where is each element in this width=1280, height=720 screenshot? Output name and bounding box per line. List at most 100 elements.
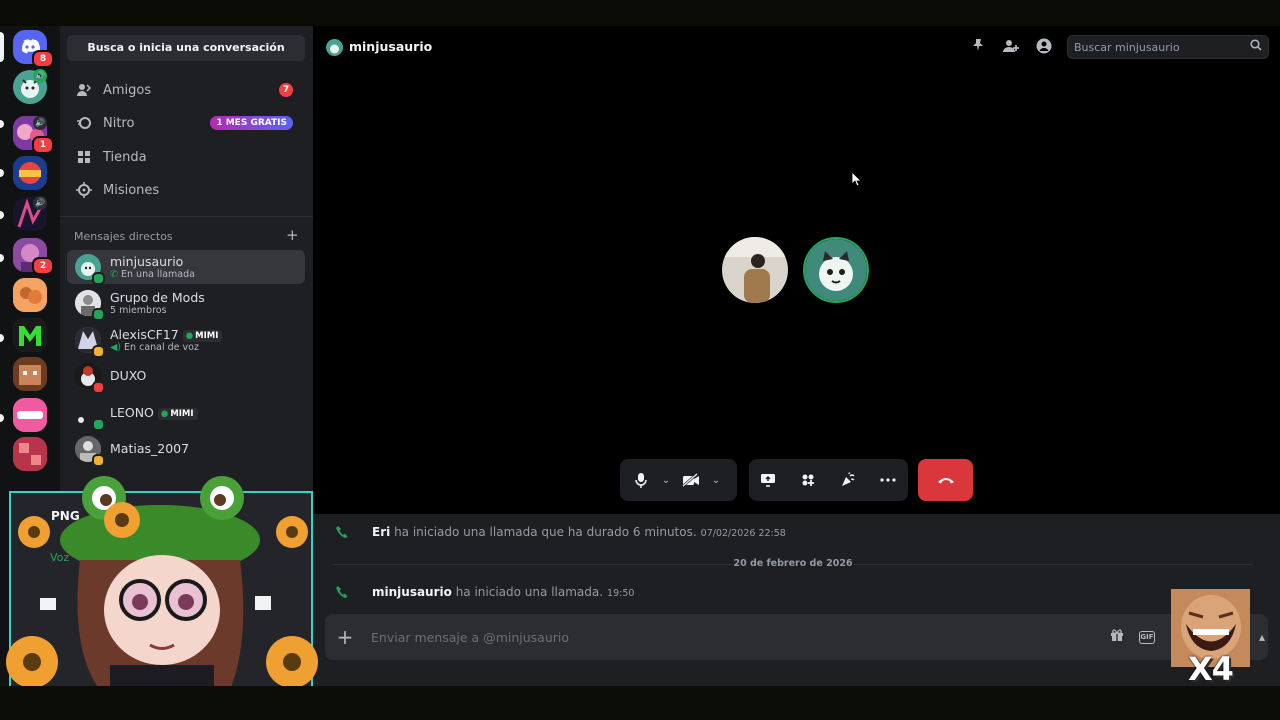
gift-icon[interactable]: [1108, 628, 1126, 646]
more-options-icon[interactable]: [873, 465, 903, 495]
dm-item-matias-2007[interactable]: Matias_2007: [67, 432, 305, 467]
screen-share-icon[interactable]: [753, 465, 783, 495]
dm-subtext: ✆ En una llamada: [110, 269, 195, 280]
server-2-icon: [13, 156, 47, 190]
create-dm-plus-icon[interactable]: +: [286, 226, 299, 244]
dm-name: AlexisCF17: [110, 327, 179, 342]
unread-pill: [0, 254, 4, 262]
server-9[interactable]: [13, 437, 47, 471]
message-composer: + GIF ▴: [325, 614, 1268, 660]
disconnect-call-button[interactable]: [918, 459, 973, 501]
message-author: minjusaurio: [372, 585, 452, 599]
activities-icon[interactable]: [793, 465, 823, 495]
online-status-icon: [92, 272, 105, 285]
message-author: Eri: [372, 525, 391, 539]
call-phone-icon: [335, 585, 351, 601]
server-7-icon: [13, 357, 47, 391]
speaker-icon: 🔊: [33, 69, 47, 83]
system-message: minjusaurio ha iniciado una llamada. 19:5…: [313, 582, 1273, 604]
date-divider: 20 de febrero de 2026: [313, 558, 1273, 569]
server-9-icon: [13, 437, 47, 471]
nitro-icon: [75, 114, 93, 132]
participant-avatar-minjusaurio[interactable]: [803, 237, 869, 303]
server-2[interactable]: [13, 156, 47, 190]
unread-pill: [0, 414, 4, 422]
main-call-area: minjusaurio ⌄ ⌄: [313, 26, 1280, 686]
server-8-icon: [13, 398, 47, 432]
gif-icon[interactable]: GIF: [1139, 631, 1155, 644]
friends-icon: [75, 81, 93, 99]
channel-search-box[interactable]: [1067, 35, 1269, 59]
dm-item-minjusaurio[interactable]: minjusaurio ✆ En una llamada: [67, 250, 305, 285]
message-content: ha iniciado una llamada.: [455, 585, 604, 599]
nav-item-friends[interactable]: Amigos 7: [67, 74, 305, 106]
header-avatar: [326, 39, 343, 56]
guild-tag: ● MIMI: [157, 408, 198, 420]
server-8[interactable]: [13, 398, 47, 432]
dm-subtext-label: En una llamada: [121, 269, 195, 280]
leaf-icon: ●: [160, 409, 169, 419]
unread-pill: [0, 211, 4, 219]
system-message: Eri ha iniciado una llamada que ha durad…: [313, 522, 1273, 544]
dm-subtext: 5 miembros: [110, 305, 167, 316]
camera-off-icon[interactable]: [676, 465, 706, 495]
online-status-icon: [92, 308, 105, 321]
server-5[interactable]: [13, 278, 47, 312]
dm-name: DUXO: [110, 368, 147, 383]
nav-item-shop[interactable]: Tienda: [67, 141, 305, 173]
multiplier-label: X4: [1188, 650, 1234, 688]
selected-pill: [0, 32, 4, 62]
search-input[interactable]: [1074, 39, 1244, 56]
upload-plus-icon[interactable]: +: [333, 625, 357, 649]
idle-status-icon: [92, 345, 105, 358]
dm-name-row: AlexisCF17 ● MIMI: [110, 327, 223, 342]
home-badge: 8: [32, 50, 54, 68]
audio-video-controls: ⌄ ⌄: [620, 459, 737, 501]
participant-avatar-self[interactable]: [722, 237, 788, 303]
microphone-icon[interactable]: [626, 465, 656, 495]
friends-badge: 7: [279, 83, 293, 97]
user-panel-name-partial: PNG: [51, 509, 80, 523]
soundboard-icon[interactable]: [833, 465, 863, 495]
dm-name: LEONO: [110, 405, 154, 420]
dm-name: Grupo de Mods: [110, 290, 205, 305]
message-timestamp: 07/02/2026 22:58: [700, 528, 786, 539]
idle-status-icon: [92, 454, 105, 467]
server-badge: 1: [32, 136, 54, 154]
server-6[interactable]: [13, 318, 47, 352]
divider: [60, 216, 313, 217]
add-friends-to-dm-icon[interactable]: [1002, 38, 1020, 56]
dm-item-leono[interactable]: LEONO ● MIMI: [67, 396, 305, 431]
search-icon: [1248, 39, 1264, 55]
dm-name-row: LEONO ● MIMI: [110, 405, 198, 420]
chevron-down-icon[interactable]: ⌄: [706, 475, 726, 486]
chevron-down-icon[interactable]: ⌄: [656, 475, 676, 486]
user-profile-icon[interactable]: [1035, 38, 1053, 56]
dm-item-duxo[interactable]: DUXO: [67, 359, 305, 394]
message-input[interactable]: [371, 626, 1091, 648]
nav-label: Misiones: [103, 182, 160, 198]
speaker-icon: 🔊: [33, 116, 47, 130]
message-list: Eri ha iniciado una llamada que ha durad…: [313, 514, 1280, 686]
guild-tag-label: MIMI: [170, 409, 194, 419]
message-timestamp: 19:50: [607, 588, 635, 599]
pinned-messages-icon[interactable]: [969, 38, 987, 56]
mouse-cursor-icon: [852, 172, 862, 186]
dm-item-alexiscf17[interactable]: AlexisCF17 ● MIMI ◀) En canal de voz: [67, 323, 305, 358]
dm-subtext: ◀) En canal de voz: [110, 342, 199, 353]
unread-pill: [0, 169, 4, 177]
dm-item-grupo-de-mods[interactable]: Grupo de Mods 5 miembros: [67, 286, 305, 321]
bottom-bar: [0, 686, 1280, 720]
speaker-icon: 🔊: [33, 196, 47, 210]
vtuber-overlay: [6, 476, 318, 700]
apps-icon[interactable]: ▴: [1253, 628, 1271, 646]
quests-icon: [75, 181, 93, 199]
nav-item-quests[interactable]: Misiones: [67, 174, 305, 206]
leaf-icon: ●: [185, 331, 194, 341]
dm-subtext-label: En canal de voz: [124, 342, 199, 353]
server-7[interactable]: [13, 357, 47, 391]
find-conversation-button[interactable]: Busca o inicia una conversación: [67, 35, 305, 61]
guild-tag: ● MIMI: [182, 330, 223, 342]
server-6-icon: [13, 318, 47, 352]
nav-item-nitro[interactable]: Nitro 1 MES GRATIS: [67, 107, 305, 139]
